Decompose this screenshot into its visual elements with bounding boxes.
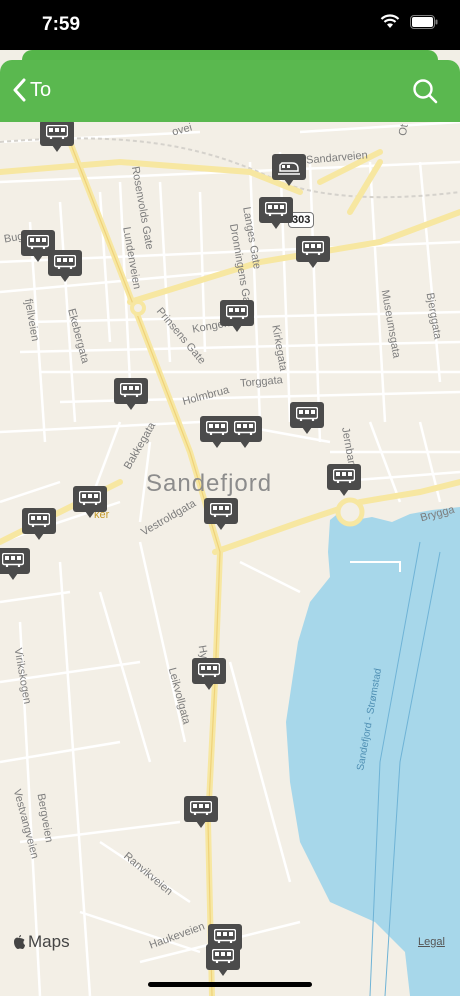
bus-icon [226,305,248,319]
bus-icon [28,513,50,527]
bus-icon [120,383,142,397]
back-button[interactable]: To [12,78,51,102]
bus-icon [54,255,76,269]
bus-stop-pin[interactable] [48,250,82,284]
bus-stop-pin[interactable] [0,548,30,582]
bus-icon [302,241,324,255]
bus-icon [296,407,318,421]
bus-icon [214,929,236,943]
bus-icon [198,663,220,677]
map-view[interactable]: ovei Ot Sandarveien Rosenvolds Gate Lund… [0,120,460,996]
nav-bar: To [0,60,460,122]
wifi-icon [380,14,400,28]
bus-icon [212,949,234,963]
bus-icon [265,202,287,216]
train-icon [278,162,300,175]
bus-stop-pin[interactable] [206,944,240,978]
back-button-label: To [30,78,52,101]
bus-stop-pin[interactable] [114,378,148,412]
status-time: 7:59 [42,14,81,35]
bus-stop-pin[interactable] [192,658,226,692]
bus-icon [79,491,101,505]
search-icon [413,79,438,104]
street-label: Ot [396,123,411,137]
home-indicator [148,982,312,987]
city-label: Sandefjord [146,470,273,497]
bus-icon [46,125,68,139]
bus-icon [27,235,49,249]
bus-icon [210,503,232,517]
battery-icon [410,14,438,29]
bus-icon [234,421,256,435]
status-bar: 7:59 [0,0,460,50]
bus-stop-pin[interactable] [73,486,107,520]
bus-stop-pin[interactable] [296,236,330,270]
legal-link[interactable]: Legal [418,936,445,948]
status-icons [380,14,438,29]
bus-stop-pin[interactable] [40,120,74,154]
bus-icon [333,469,355,483]
chevron-left-icon [13,78,26,102]
maps-attribution: Maps [12,932,70,952]
bus-stop-pin[interactable] [204,498,238,532]
bus-icon [206,421,228,435]
bus-stop-pin[interactable] [259,197,293,231]
bus-stop-pin[interactable] [22,508,56,542]
search-button[interactable] [412,78,438,109]
bus-icon [2,553,24,567]
bus-stop-pin[interactable] [220,300,254,334]
train-station-pin[interactable] [272,154,306,188]
maps-attribution-label: Maps [28,932,70,951]
apple-logo-icon [14,935,25,949]
bus-stop-pin[interactable] [327,464,361,498]
bus-stop-pin[interactable] [290,402,324,436]
bus-stop-pin[interactable] [228,416,262,450]
bus-stop-pin[interactable] [184,796,218,830]
bus-icon [190,801,212,815]
